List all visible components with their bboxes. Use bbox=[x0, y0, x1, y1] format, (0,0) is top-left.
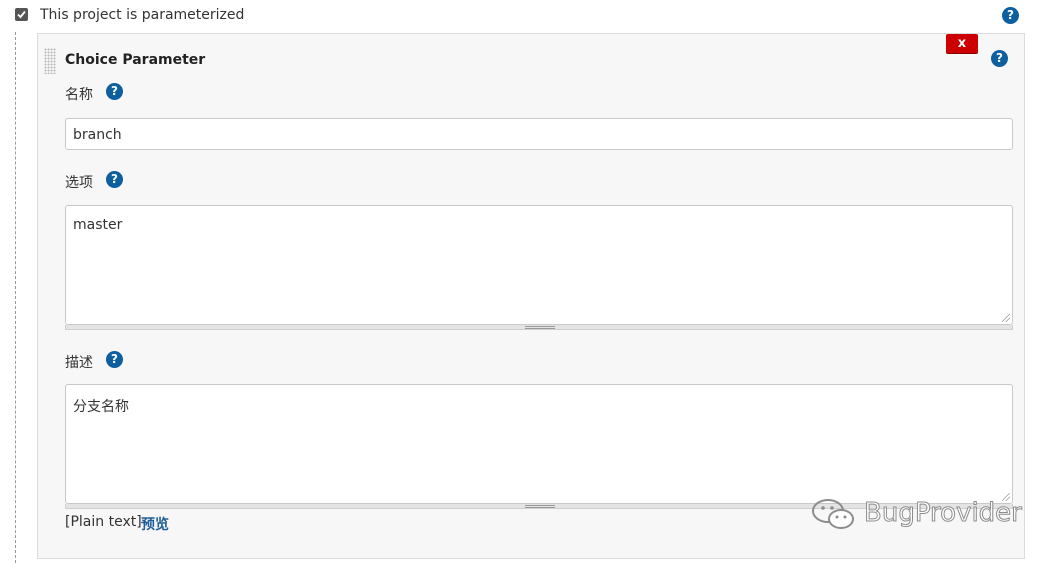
choices-value: master bbox=[73, 217, 123, 233]
wechat-icon bbox=[812, 499, 854, 529]
resize-corner-icon[interactable] bbox=[1002, 314, 1010, 322]
preview-link[interactable]: 预览 bbox=[141, 514, 169, 534]
checkmark-icon bbox=[17, 10, 26, 19]
delete-parameter-button[interactable]: x bbox=[946, 34, 978, 54]
drag-handle-icon[interactable] bbox=[44, 48, 56, 74]
description-label: 描述 bbox=[65, 355, 93, 371]
section-divider bbox=[15, 32, 16, 563]
resize-grip-icon bbox=[525, 505, 555, 508]
help-icon[interactable]: ? bbox=[106, 83, 123, 100]
format-label: [Plain text] bbox=[65, 514, 142, 530]
help-icon[interactable]: ? bbox=[1002, 7, 1019, 24]
help-icon[interactable]: ? bbox=[106, 171, 123, 188]
choices-resize-bar[interactable] bbox=[65, 325, 1013, 330]
description-value: 分支名称 bbox=[73, 399, 129, 415]
resize-grip-icon bbox=[525, 326, 555, 329]
name-input-value: branch bbox=[73, 127, 122, 143]
name-input[interactable]: branch bbox=[65, 118, 1013, 150]
choices-label: 选项 bbox=[65, 175, 93, 191]
choices-textarea[interactable]: master bbox=[65, 205, 1013, 325]
parameterized-checkbox[interactable] bbox=[15, 8, 28, 21]
parameter-title: Choice Parameter bbox=[65, 52, 206, 68]
watermark-text: BugProvider bbox=[864, 498, 1023, 529]
help-icon[interactable]: ? bbox=[991, 50, 1008, 67]
name-label: 名称 bbox=[65, 87, 93, 103]
parameterized-label: This project is parameterized bbox=[40, 7, 245, 23]
help-icon[interactable]: ? bbox=[106, 351, 123, 368]
description-textarea[interactable]: 分支名称 bbox=[65, 384, 1013, 504]
